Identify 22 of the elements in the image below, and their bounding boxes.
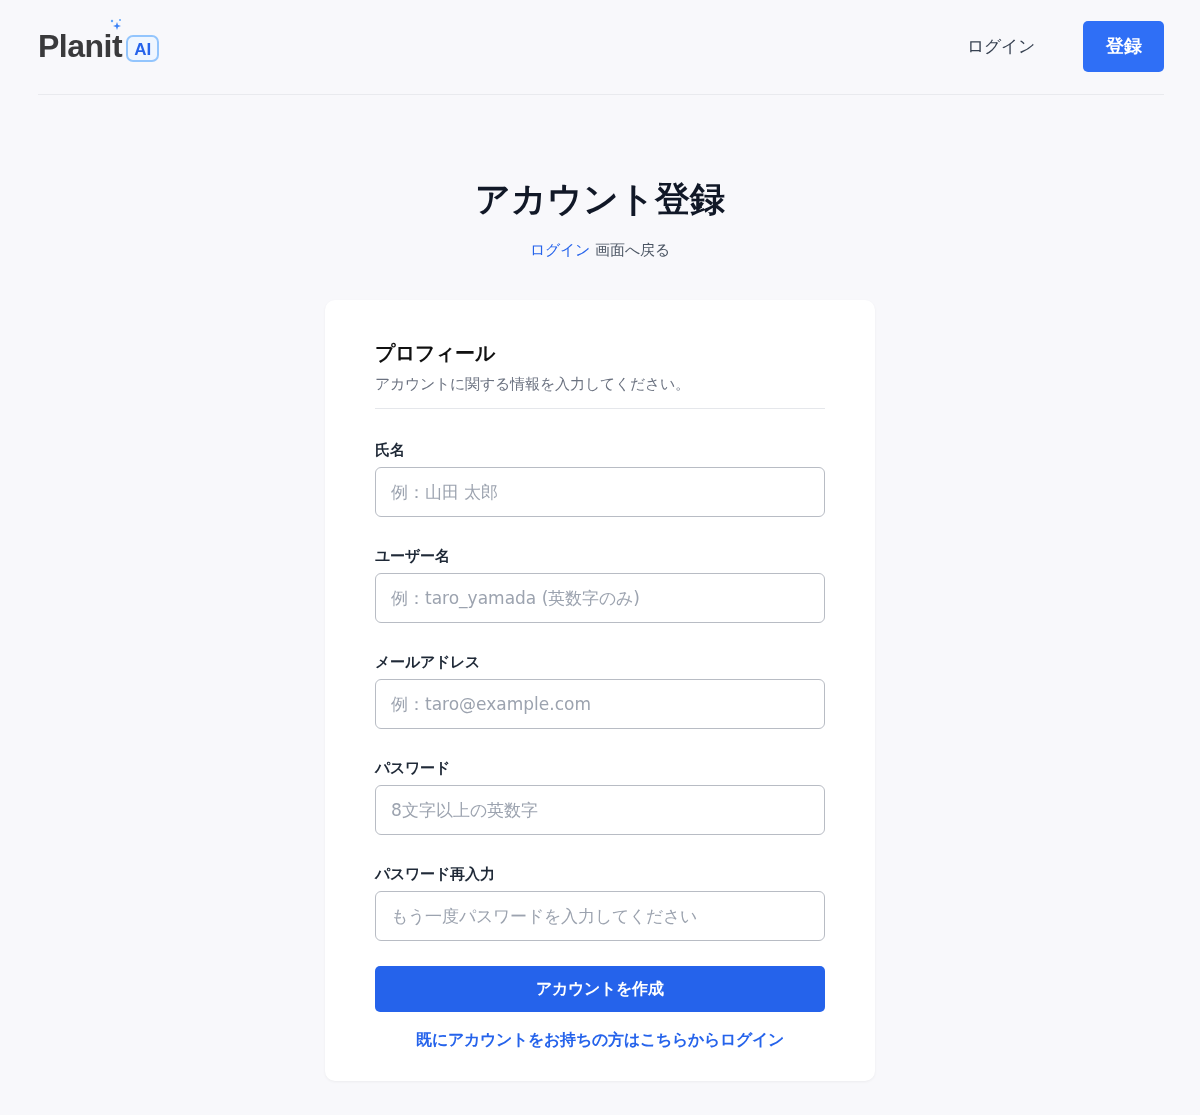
- field-label: 氏名: [375, 441, 406, 460]
- logo-badge: AI: [126, 35, 160, 62]
- field-label: パスワード: [375, 759, 451, 778]
- section-heading: プロフィール: [375, 340, 497, 367]
- field-label: メールアドレス: [375, 653, 481, 672]
- page-title: アカウント登録: [475, 178, 725, 221]
- create-account-button[interactable]: アカウントを作成: [375, 966, 825, 1012]
- input-field[interactable]: 例：taro_yamada (英数字のみ): [375, 573, 825, 623]
- register-button[interactable]: 登録: [1083, 20, 1164, 72]
- input-field[interactable]: 例：taro@example.com: [375, 679, 825, 729]
- field-label: パスワード再入力: [375, 865, 496, 884]
- field-label: ユーザー名: [375, 547, 451, 566]
- login-link[interactable]: ログイン: [530, 241, 591, 259]
- login-link[interactable]: 既にアカウントをお持ちの方はこちらからログイン: [416, 1030, 784, 1049]
- input-field[interactable]: もう一度パスワードを入力してください: [375, 891, 825, 941]
- back-text: ログイン 画面へ戻る: [530, 241, 670, 260]
- sparkle-icon: [108, 18, 122, 32]
- logo-text: Planit: [38, 30, 123, 62]
- login-link[interactable]: ログイン: [967, 34, 1035, 58]
- section-description: アカウントに関する情報を入力してください。: [375, 375, 691, 394]
- input-field[interactable]: 例：山田 太郎: [375, 467, 825, 517]
- input-field[interactable]: 8文字以上の英数字: [375, 785, 825, 835]
